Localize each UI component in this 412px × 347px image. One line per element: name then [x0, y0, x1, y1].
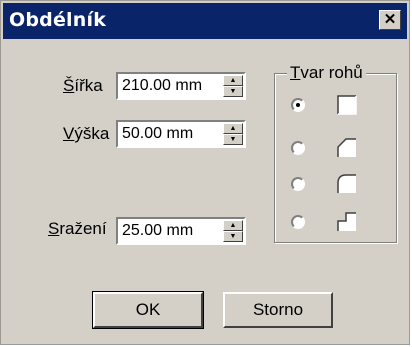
ok-button[interactable]: OK [92, 291, 204, 329]
height-label: Výška [63, 124, 110, 143]
corner-square-radio[interactable] [291, 98, 305, 112]
chamfer-label: Sražení [48, 219, 107, 238]
chamfer-increment-button[interactable]: ▲ [223, 220, 243, 231]
corner-chamfer-radio[interactable] [291, 141, 305, 155]
height-input[interactable] [120, 124, 218, 144]
width-decrement-button[interactable]: ▼ [223, 86, 243, 97]
width-input[interactable] [120, 76, 218, 96]
width-increment-button[interactable]: ▲ [223, 75, 243, 86]
square-corner-icon[interactable] [334, 92, 360, 118]
chamfer-spinbox: ▲ ▼ [116, 217, 246, 245]
rounded-corner-icon[interactable] [334, 171, 360, 197]
title-bar[interactable]: Obdélník ✕ [3, 3, 407, 39]
corner-shape-group-title: Tvar rohů [287, 63, 366, 83]
chamfer-decrement-button[interactable]: ▼ [223, 231, 243, 242]
inverted-corner-icon[interactable] [334, 209, 360, 235]
close-button[interactable]: ✕ [379, 10, 401, 30]
chamfer-corner-icon[interactable] [334, 135, 360, 161]
cancel-button[interactable]: Storno [223, 292, 333, 328]
corner-rounded-radio[interactable] [291, 177, 305, 191]
width-label: Šířka [63, 76, 103, 95]
dialog-window: Obdélník ✕ Šířka ▲ ▼ Výška ▲ ▼ Sražení ▲… [0, 0, 410, 345]
chamfer-input[interactable] [120, 221, 218, 241]
close-icon: ✕ [383, 11, 397, 28]
width-spinbox: ▲ ▼ [116, 72, 246, 100]
radio-selected-dot [296, 103, 300, 107]
corner-inverted-radio[interactable] [291, 215, 305, 229]
window-title: Obdélník [9, 9, 107, 31]
height-increment-button[interactable]: ▲ [223, 123, 243, 134]
height-spinbox: ▲ ▼ [116, 120, 246, 148]
height-decrement-button[interactable]: ▼ [223, 134, 243, 145]
